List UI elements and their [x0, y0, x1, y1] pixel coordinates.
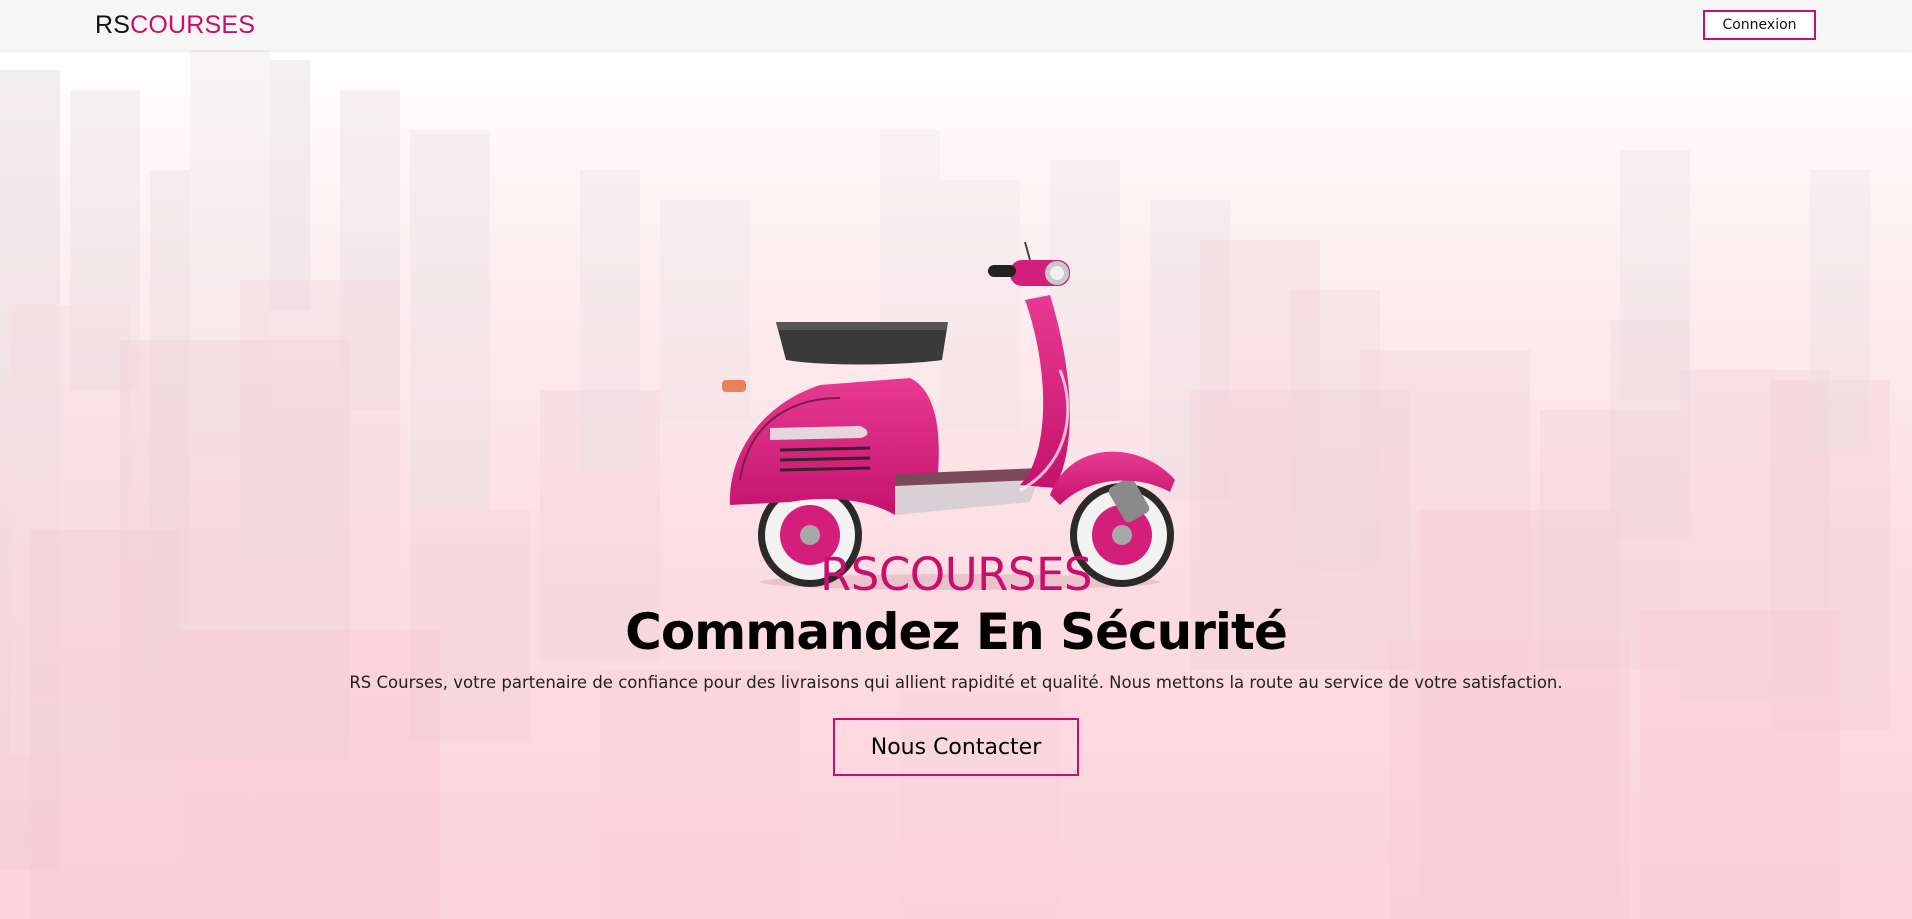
site-logo[interactable]: RSCOURSES [95, 11, 255, 40]
hero-section: RSCOURSES Commandez En Sécurité RS Cours… [0, 50, 1912, 919]
hero-brand: RSCOURSES [820, 548, 1092, 601]
login-button[interactable]: Connexion [1703, 10, 1816, 40]
logo-text-courses: COURSES [130, 11, 256, 39]
contact-button[interactable]: Nous Contacter [833, 718, 1079, 776]
navbar: RSCOURSES Connexion [0, 0, 1912, 50]
hero-headline: Commandez En Sécurité [625, 603, 1288, 661]
scooter-illustration [722, 241, 1175, 590]
hero-tagline: RS Courses, votre partenaire de confianc… [349, 673, 1563, 692]
logo-text-rs: RS [95, 11, 131, 39]
